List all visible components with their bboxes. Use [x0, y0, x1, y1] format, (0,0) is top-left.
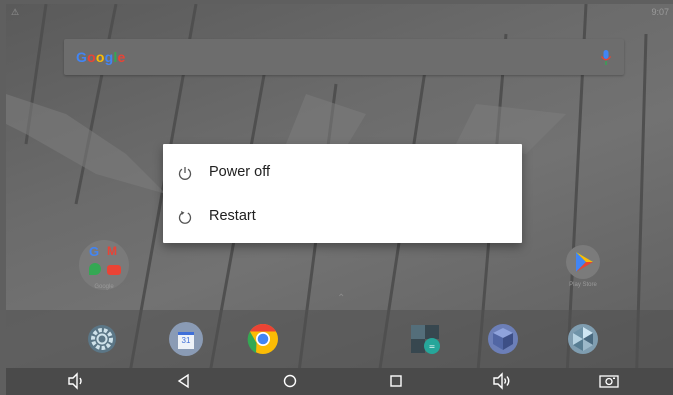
power-icon — [178, 167, 192, 180]
home-screen: ⚠ 9:07 Google G M Google Play Store ⌃ 31… — [6, 4, 673, 395]
restart-label: Restart — [209, 208, 256, 224]
power-off-label: Power off — [209, 164, 270, 180]
power-dialog: Power off Restart — [163, 144, 522, 243]
device-frame: ⚠ 9:07 Google G M Google Play Store ⌃ 31… — [0, 0, 673, 395]
restart-option[interactable]: Restart — [163, 195, 522, 239]
power-off-option[interactable]: Power off — [163, 151, 522, 195]
restart-icon — [178, 211, 192, 224]
